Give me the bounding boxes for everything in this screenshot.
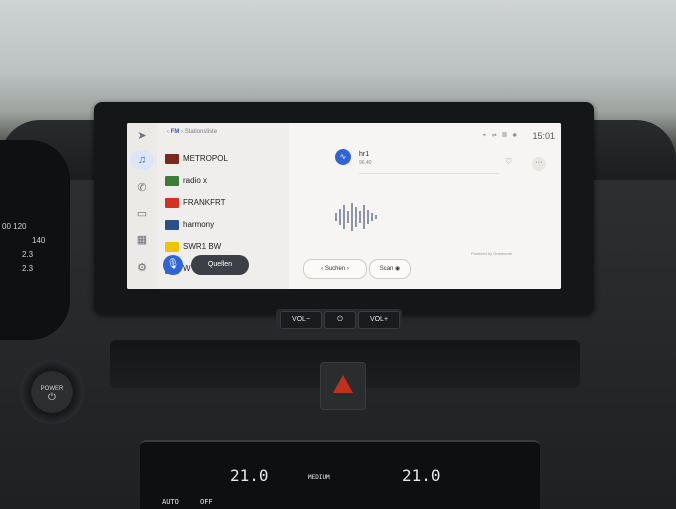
station-name: radio x: [183, 176, 208, 185]
microphone-button[interactable]: 🎙: [163, 255, 183, 275]
station-logo: [165, 242, 179, 252]
cluster-readout: 00 120 140 2.3 2.3: [2, 220, 45, 276]
breadcrumb-source[interactable]: FM: [171, 129, 180, 135]
right-temperature: 21.0: [402, 466, 441, 485]
chevron-right-icon: ›: [346, 266, 349, 272]
volume-down-button[interactable]: VOL−: [280, 311, 322, 329]
fan-speed: MEDIUM: [308, 474, 330, 481]
hazard-button[interactable]: [320, 362, 366, 410]
power-button-label: POWER ⏻: [36, 386, 68, 403]
nav-rail: ➤ ♫ ✆ ▭ ▦ ⚙: [127, 123, 158, 289]
off-button[interactable]: OFF: [200, 498, 213, 506]
station-name: harmony: [183, 220, 215, 229]
climate-panel: 21.0 MEDIUM 21.0 AUTO OFF: [140, 440, 540, 509]
cluster-speed-mark: 140: [32, 236, 46, 245]
now-playing-pane: ⌖ ⇄ ▤ ✱ 15:01 ∿ hr1 96.40 ♡ ··· Powered …: [289, 123, 561, 289]
station-name: FRANKFRT: [183, 198, 226, 207]
car-icon[interactable]: ▭: [135, 207, 149, 221]
station-logo: [165, 154, 179, 164]
scan-icon: ◉: [395, 266, 401, 272]
station-row[interactable]: radio x: [165, 171, 285, 191]
station-name: METROPOL: [183, 154, 228, 163]
scan-button[interactable]: Scan ◉: [369, 259, 411, 279]
power-symbol-icon: ⏻: [48, 392, 56, 403]
status-icons: ⌖ ⇄ ▤ ✱: [482, 133, 519, 139]
volume-up-button[interactable]: VOL+: [358, 311, 400, 329]
now-playing-station: hr1: [359, 151, 370, 158]
sources-button[interactable]: Quellen: [191, 255, 249, 275]
left-temperature: 21.0: [230, 466, 269, 485]
station-row[interactable]: METROPOL: [165, 149, 285, 169]
clock: 15:01: [532, 131, 555, 141]
radio-wave-icon: ∿: [335, 149, 351, 165]
station-logo: [165, 198, 179, 208]
phone-icon[interactable]: ✆: [135, 181, 149, 195]
now-playing-frequency: 96.40: [359, 160, 372, 166]
apps-icon[interactable]: ▦: [135, 233, 149, 247]
station-row[interactable]: FRANKFRT: [165, 193, 285, 213]
powered-by-label: Powered by Gracenote: [471, 251, 512, 256]
station-name: W: [183, 264, 191, 273]
music-icon[interactable]: ♫: [135, 153, 149, 167]
power-toggle-button[interactable]: ⏻: [324, 311, 356, 329]
cluster-value-2: 2.3: [22, 264, 34, 273]
navigation-icon[interactable]: ➤: [135, 129, 149, 143]
car-dashboard-photo: 00 120 140 2.3 2.3 ➤ ♫ ✆ ▭ ▦ ⚙ ‹ FM › St…: [0, 0, 676, 509]
more-options-button[interactable]: ···: [532, 157, 546, 171]
station-logo: [165, 176, 179, 186]
station-row[interactable]: harmony: [165, 215, 285, 235]
breadcrumb-section: Stationsliste: [184, 129, 218, 135]
divider: [359, 173, 499, 174]
infotainment-screen: ➤ ♫ ✆ ▭ ▦ ⚙ ‹ FM › Stationsliste METROPO…: [127, 123, 561, 289]
search-button[interactable]: ‹ Suchen ›: [303, 259, 367, 279]
scan-label: Scan: [379, 266, 394, 272]
station-row[interactable]: SWR1 BW: [165, 237, 285, 257]
hardware-button-bar: VOL− ⏻ VOL+: [276, 309, 402, 329]
station-name: SWR1 BW: [183, 242, 222, 251]
cluster-value-1: 2.3: [22, 250, 34, 259]
breadcrumb[interactable]: ‹ FM › Stationsliste: [167, 129, 217, 135]
auto-button[interactable]: AUTO: [162, 498, 179, 506]
station-logo: [165, 220, 179, 230]
hazard-triangle-icon: [333, 375, 353, 393]
favorite-heart-icon[interactable]: ♡: [505, 157, 512, 166]
microphone-icon: 🎙: [166, 259, 180, 270]
settings-icon[interactable]: ⚙: [135, 261, 149, 275]
audio-waveform-icon: [335, 203, 377, 231]
cluster-speed-scale: 00 120: [2, 222, 27, 231]
search-label: Suchen: [324, 266, 346, 272]
